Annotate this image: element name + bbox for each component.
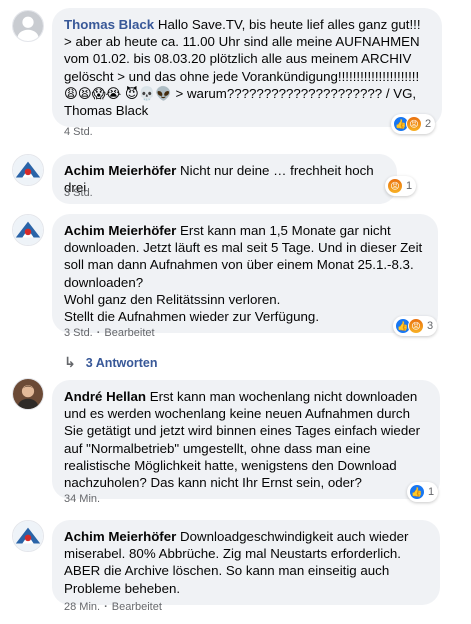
comment-time[interactable]: 4 Std.	[64, 126, 93, 138]
angry-icon: 😡	[408, 318, 424, 334]
like-icon: 👍	[409, 484, 425, 500]
comment-time[interactable]: 28 Min.	[64, 601, 100, 613]
comment-author[interactable]: Achim Meierhöfer	[64, 163, 176, 178]
avatar-achim[interactable]	[12, 214, 44, 246]
comment-bubble: Achim Meierhöfer Nicht nur deine … frech…	[52, 154, 397, 205]
reaction-count: 3	[427, 320, 434, 332]
comment-author[interactable]: Achim Meierhöfer	[64, 529, 176, 544]
comment-text: Erst kann man 1,5 Monate gar nicht downl…	[64, 223, 423, 325]
angry-icon: 😡	[406, 116, 422, 132]
angry-icon: 😡	[387, 178, 403, 194]
reaction-count: 1	[428, 486, 435, 498]
reaction-count: 1	[406, 180, 413, 192]
comment-time[interactable]: 34 Min.	[64, 493, 100, 505]
comment-text: Hallo Save.TV, bis heute lief alles ganz…	[64, 17, 425, 119]
replies-label: 3 Antworten	[85, 355, 158, 370]
avatar-achim[interactable]	[12, 520, 44, 552]
reaction-summary[interactable]: 😡 1	[385, 176, 417, 196]
view-replies-link[interactable]: ↳ 3 Antworten	[64, 354, 158, 371]
comment-meta: 34 Min.	[64, 493, 100, 505]
comment-edited: Bearbeitet	[111, 601, 162, 613]
comment-author[interactable]: Thomas Black	[64, 17, 154, 32]
comment-meta: 3 Std. · Bearbeitet	[64, 327, 155, 339]
reaction-summary[interactable]: 👍 😡 2	[391, 114, 436, 134]
comment-meta: 3 Std.	[64, 187, 93, 199]
comment-edited: Bearbeitet	[104, 327, 155, 339]
comment-bubble: André Hellan Erst kann man wochenlang ni…	[52, 380, 440, 500]
comment-bubble: Achim Meierhöfer Downloadgeschwindigkeit…	[52, 520, 440, 605]
comment-author[interactable]: Achim Meierhöfer	[64, 223, 176, 238]
avatar-achim[interactable]	[12, 154, 44, 186]
reaction-summary[interactable]: 👍 1	[407, 482, 439, 502]
comment-time[interactable]: 3 Std.	[64, 187, 93, 199]
comment-bubble: Thomas Black Hallo Save.TV, bis heute li…	[52, 8, 442, 128]
avatar-default[interactable]	[12, 10, 44, 42]
reaction-summary[interactable]: 👍 😡 3	[393, 316, 438, 336]
comment-meta: 28 Min. · Bearbeitet	[64, 601, 162, 613]
reply-arrow-icon: ↳	[64, 354, 76, 370]
comment-time[interactable]: 3 Std.	[64, 327, 93, 339]
comment-text: Erst kann man wochenlang nicht downloade…	[64, 389, 424, 491]
avatar-andre[interactable]	[12, 378, 44, 410]
comment-bubble: Achim Meierhöfer Erst kann man 1,5 Monat…	[52, 214, 438, 334]
comment-author[interactable]: André Hellan	[64, 389, 146, 404]
comment-meta: 4 Std.	[64, 126, 93, 138]
reaction-count: 2	[425, 118, 432, 130]
